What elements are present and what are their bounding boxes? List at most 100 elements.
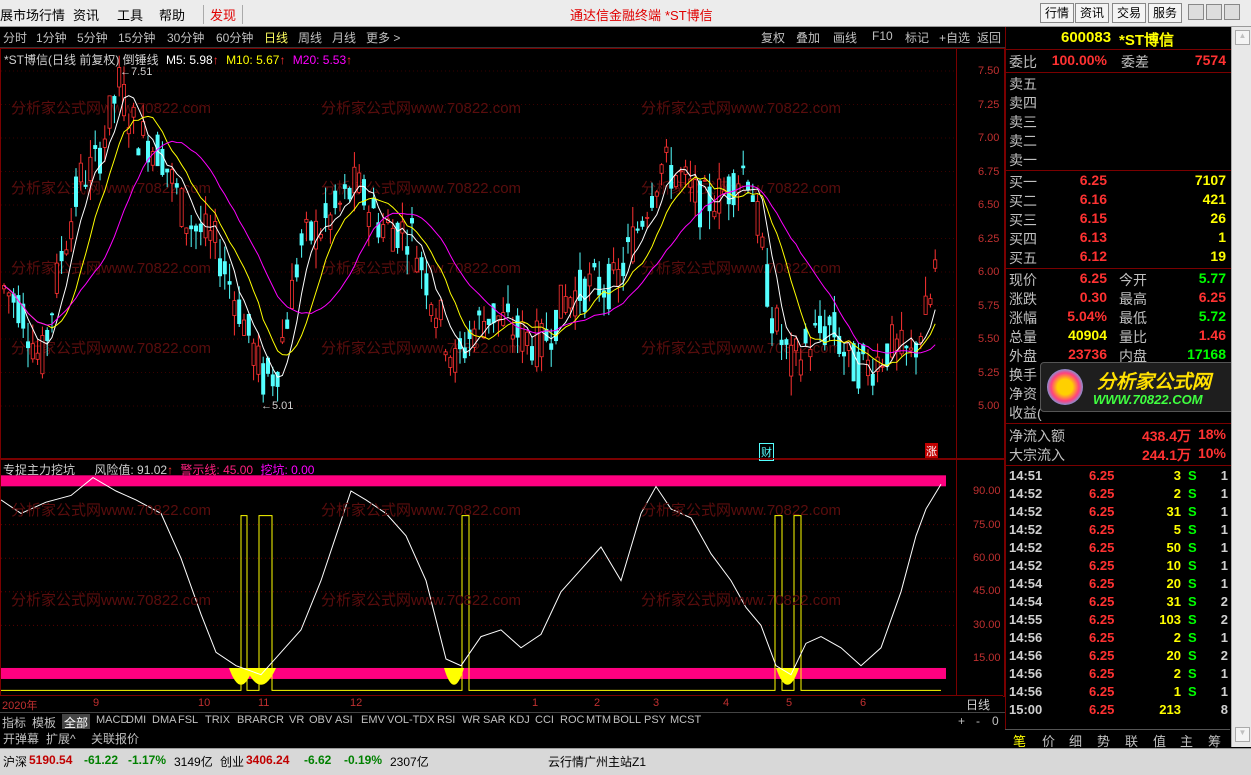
tab-dmi[interactable]: DMI [126,714,146,726]
buy-row[interactable]: 买五 6.12 19 [1009,248,1229,267]
watermark: 分析家公式网www.70822.com [641,592,842,609]
tick-row: 14:54 6.25 20 S 1 [1009,576,1228,591]
tick-row: 14:52 6.25 10 S 1 [1009,558,1228,573]
indicator-tick: 45.00 [973,585,1001,597]
menu-market[interactable]: 展市场行情 [0,5,65,24]
news-button[interactable]: 资讯 [1075,3,1110,23]
tab-boll[interactable]: BOLL [613,714,641,726]
tab-mtm[interactable]: MTM [586,714,611,726]
indicator-plot [1,475,956,691]
indicator-chart[interactable]: 专捉主力挖坑 风险值: 91.02↑ 警示线: 45.00 挖坑: 0.00 9… [0,458,1005,697]
function-bar: 开弹幕 扩展^ 关联报价 [0,729,1005,747]
tab-psy[interactable]: PSY [644,714,666,726]
period-3[interactable]: 5分钟 [77,29,108,46]
menu-help[interactable]: 帮助 [159,5,185,24]
sh-label[interactable]: 沪深 [3,753,27,770]
x-axis: 2020年 9 10 11 12 1 2 3 4 5 6 日线 [0,695,1003,712]
mark-button[interactable]: 标记 [905,29,929,46]
kline-chart[interactable]: 分析家公式网www.70822.com 分析家公式网www.70822.com … [0,48,1005,461]
tab-rsi[interactable]: RSI [437,714,455,726]
period-more[interactable]: 更多 > [366,29,400,46]
limit-up-badge[interactable]: 涨 [925,443,938,459]
logo-text: 分析家公式网 [1097,372,1212,393]
period-1[interactable]: 分时 [3,29,27,46]
f10-button[interactable]: F10 [872,29,893,43]
tab-kdj[interactable]: KDJ [509,714,530,726]
period-4[interactable]: 15分钟 [118,29,155,46]
stat-row: 涨幅 5.04% 最低 5.72 [1009,308,1226,326]
tab-fsl[interactable]: FSL [178,714,198,726]
x-label: 3 [653,697,660,709]
quote-button[interactable]: 行情 [1040,3,1075,23]
draw-button[interactable]: 画线 [833,29,857,46]
buy-row[interactable]: 买一 6.25 7107 [1009,172,1229,191]
watermark: 分析家公式网www.70822.com [321,592,522,609]
vertical-scrollbar[interactable]: ▲ ▼ [1231,27,1251,747]
high-marker: ←7.51 [120,66,153,78]
adjust-button[interactable]: 复权 [761,29,785,46]
scroll-up-icon[interactable]: ▲ [1235,30,1250,45]
period-day[interactable]: 日线 [264,29,288,46]
period-5[interactable]: 30分钟 [167,29,204,46]
price-tick: 7.50 [978,65,1000,77]
menu-tools[interactable]: 工具 [117,5,143,24]
tab-brar[interactable]: BRAR [237,714,268,726]
buy-row[interactable]: 买三 6.15 26 [1009,210,1229,229]
tick-row: 14:56 6.25 2 S 1 [1009,630,1228,645]
weibi-label: 委比 [1009,54,1037,70]
tab-trix[interactable]: TRIX [205,714,230,726]
scroll-down-icon[interactable]: ▼ [1235,727,1250,742]
buy-row[interactable]: 买二 6.16 421 [1009,191,1229,210]
buy-row[interactable]: 买四 6.13 1 [1009,229,1229,248]
tab-asi[interactable]: ASI [335,714,353,726]
tab-dma[interactable]: DMA [152,714,176,726]
risk-value: 风险值: 91.02 [94,463,168,477]
service-button[interactable]: 服务 [1148,3,1183,23]
indicator-tick: 75.00 [973,519,1001,531]
back-button[interactable]: 返回 [977,29,1001,46]
price-tick: 6.25 [978,233,1000,245]
period-month[interactable]: 月线 [332,29,356,46]
tick-row: 14:56 6.25 1 S 1 [1009,684,1228,699]
sell-3-label: 卖三 [1009,114,1037,130]
price-tick: 5.25 [978,367,1000,379]
indicator-tick: 30.00 [973,619,1001,631]
flower-logo-icon [1047,369,1083,405]
expand-button[interactable]: 扩展^ [46,730,76,747]
partial-label: 收益( [1009,405,1042,421]
tab-obv[interactable]: OBV [309,714,332,726]
cy-label[interactable]: 创业 [220,753,244,770]
related-quotes-button[interactable]: 关联报价 [91,730,139,747]
zoom-out-button[interactable]: - [976,714,980,728]
minimize-button[interactable] [1188,4,1204,20]
logo-overlay: 分析家公式网 WWW.70822.COM [1040,362,1240,412]
tab-wr[interactable]: WR [462,714,480,726]
tab-vr[interactable]: VR [289,714,304,726]
period-week[interactable]: 周线 [298,29,322,46]
close-button[interactable] [1224,4,1240,20]
tab-roc[interactable]: ROC [560,714,584,726]
tab-macd[interactable]: MACD [96,714,128,726]
zoom-reset-button[interactable]: 0 [992,714,999,728]
menu-discover[interactable]: 发现 [203,5,244,24]
tab-cci[interactable]: CCI [535,714,554,726]
tab-cr[interactable]: CR [268,714,284,726]
tab-emv[interactable]: EMV [361,714,385,726]
tab-sar[interactable]: SAR [483,714,506,726]
menu-news[interactable]: 资讯 [73,5,99,24]
trade-button[interactable]: 交易 [1112,3,1147,23]
chart-legend: *ST博信(日线 前复权) 倒锤线 M5: 5.98↑ M10: 5.67↑ M… [4,53,353,67]
period-2[interactable]: 1分钟 [36,29,67,46]
zoom-in-button[interactable]: + [958,714,965,728]
stat-row: 总量 40904 量比 1.46 [1009,327,1226,345]
ma10-legend: M10: 5.67 [226,53,280,67]
watermark: 分析家公式网www.70822.com [641,502,842,519]
server-name[interactable]: 云行情广州主站Z1 [548,753,646,770]
danmaku-button[interactable]: 开弹幕 [3,730,39,747]
tab-mcst[interactable]: MCST [670,714,701,726]
add-watchlist-button[interactable]: +自选 [939,29,970,46]
maximize-button[interactable] [1206,4,1222,20]
tab-vol-tdx[interactable]: VOL-TDX [387,714,435,726]
period-6[interactable]: 60分钟 [216,29,253,46]
overlay-button[interactable]: 叠加 [796,29,820,46]
